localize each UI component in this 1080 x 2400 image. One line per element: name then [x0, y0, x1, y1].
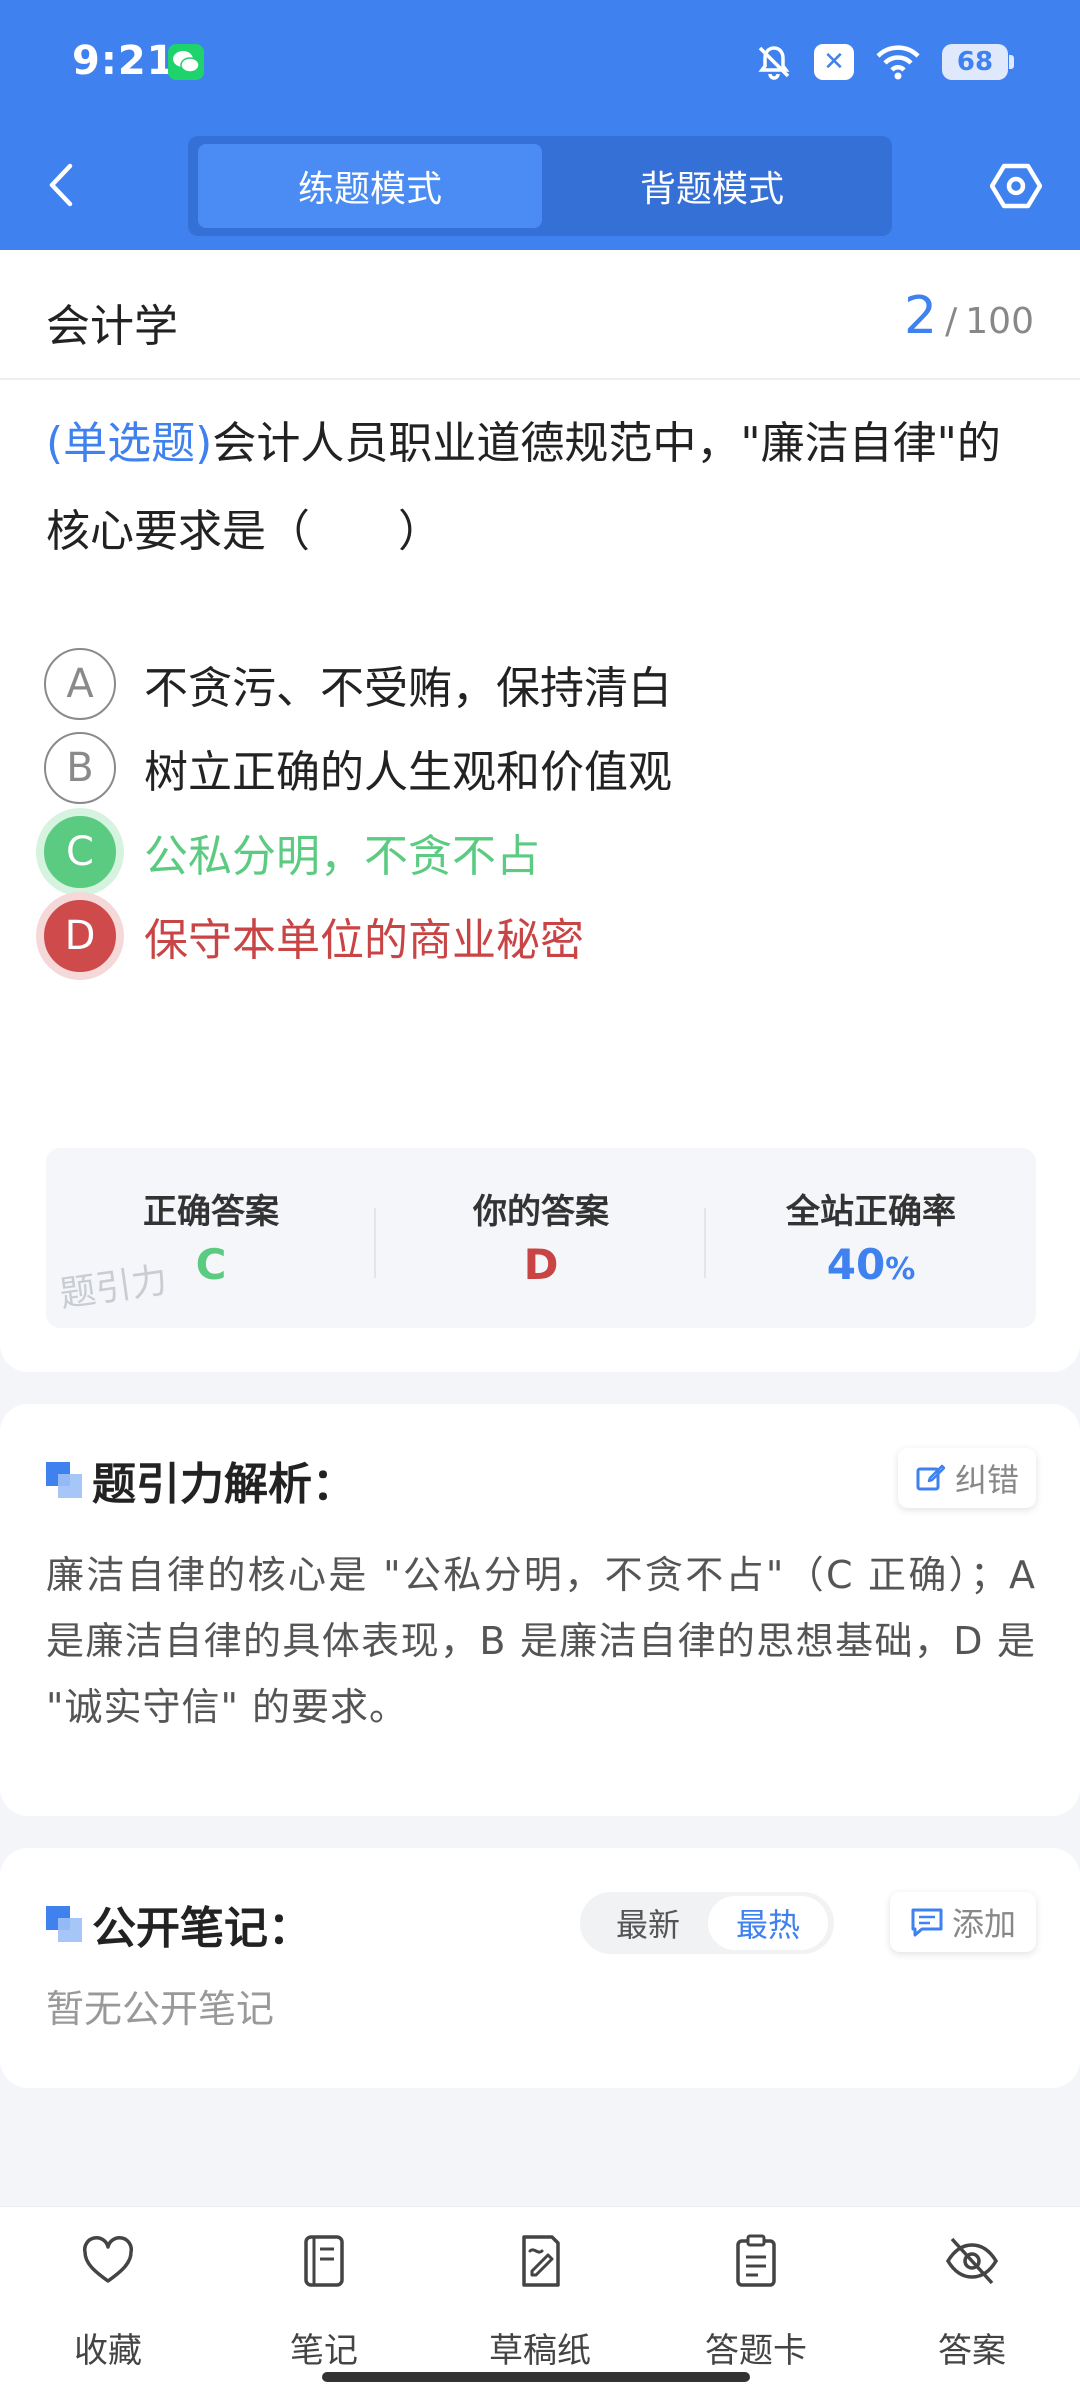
accuracy-label: 全站正确率 — [786, 1192, 956, 1232]
answer-sheet-label: 答题卡 — [705, 2331, 807, 2371]
option-a-text: 不贪污、不受贿，保持清白 — [144, 663, 672, 714]
option-c-letter: C — [44, 816, 116, 888]
your-answer-label: 你的答案 — [473, 1192, 609, 1232]
subject-name: 会计学 — [46, 301, 178, 352]
correct-answer-label: 正确答案 — [143, 1192, 279, 1232]
sort-hot-tab[interactable]: 最热 — [708, 1896, 828, 1950]
accuracy-column: 全站正确率 40% — [706, 1148, 1036, 1328]
answer-summary: 正确答案 C 你的答案 D 全站正确率 40% 题引力 — [46, 1148, 1036, 1328]
edit-icon — [916, 1464, 946, 1491]
back-arrow-icon[interactable] — [42, 160, 82, 210]
notes-label: 笔记 — [290, 2331, 358, 2371]
option-a[interactable]: A 不贪污、不受贿，保持清白 — [44, 646, 672, 722]
status-time: 9:21 — [72, 38, 176, 84]
answer-toggle-button[interactable]: 答案 — [892, 2233, 1052, 2371]
tab-practice-mode[interactable]: 练题模式 — [198, 144, 542, 228]
battery-indicator: 68 — [942, 44, 1014, 80]
comment-icon — [911, 1908, 943, 1937]
option-a-letter: A — [44, 648, 116, 720]
option-c-correct[interactable]: C 公私分明，不贪不占 — [44, 814, 540, 890]
option-d-wrong[interactable]: D 保守本单位的商业秘密 — [44, 898, 584, 974]
analysis-card: 题引力解析： 纠错 廉洁自律的核心是 "公私分明，不贪不占"（C 正确）；A 是… — [0, 1404, 1080, 1816]
favorite-label: 收藏 — [74, 2331, 142, 2371]
current-question-number: 2 — [904, 286, 938, 346]
status-bar: 9:21 ✕ 68 — [0, 0, 1080, 125]
add-note-button[interactable]: 添加 — [890, 1892, 1036, 1952]
empty-notes-text: 暂无公开笔记 — [46, 1987, 275, 2031]
wechat-notification-icon — [168, 44, 204, 80]
report-error-label: 纠错 — [954, 1461, 1019, 1499]
app-header: 9:21 ✕ 68 练题模式 背题模式 — [0, 0, 1080, 250]
your-answer-column: 你的答案 D — [376, 1148, 706, 1328]
app-notification-icon: ✕ — [814, 44, 854, 80]
answer-sheet-icon — [736, 2234, 776, 2287]
accuracy-unit: % — [885, 1252, 916, 1287]
home-indicator[interactable] — [322, 2372, 750, 2382]
total-question-count: 100 — [965, 301, 1034, 342]
bottom-toolbar: 收藏 笔记 草稿纸 答题卡 答案 — [0, 2206, 1080, 2400]
analysis-title: 题引力解析： — [92, 1459, 356, 1510]
notes-title: 公开笔记： — [92, 1903, 312, 1954]
progress-separator: / — [945, 301, 958, 342]
accuracy-value: 40% — [706, 1240, 1036, 1289]
wifi-icon — [876, 45, 920, 80]
option-c-text: 公私分明，不贪不占 — [144, 831, 540, 882]
question-progress[interactable]: 2/100 — [904, 286, 1034, 346]
option-d-text: 保守本单位的商业秘密 — [144, 915, 584, 966]
draft-paper-button[interactable]: 草稿纸 — [460, 2233, 620, 2371]
report-error-button[interactable]: 纠错 — [898, 1448, 1036, 1508]
sort-latest-tab[interactable]: 最新 — [588, 1896, 708, 1950]
notes-sort-toggle: 最新 最热 — [580, 1892, 834, 1954]
notes-button[interactable]: 笔记 — [244, 2233, 404, 2371]
eye-off-icon — [945, 2237, 999, 2285]
question-card: 会计学 2/100 (单选题)会计人员职业道德规范中，"廉洁自律"的核心要求是（… — [0, 250, 1080, 1372]
tab-memorize-mode[interactable]: 背题模式 — [540, 144, 884, 228]
bell-off-icon — [758, 46, 790, 80]
subject-row: 会计学 2/100 — [0, 250, 1080, 380]
section-squares-icon — [46, 1462, 82, 1498]
add-note-label: 添加 — [951, 1905, 1016, 1943]
favorite-button[interactable]: 收藏 — [28, 2233, 188, 2371]
answer-sheet-button[interactable]: 答题卡 — [676, 2233, 836, 2371]
question-type-label: (单选题) — [46, 418, 213, 469]
section-squares-icon — [46, 1906, 82, 1942]
accuracy-number: 40 — [826, 1240, 886, 1289]
option-b[interactable]: B 树立正确的人生观和价值观 — [44, 730, 672, 806]
public-notes-card: 公开笔记： 最新 最热 添加 暂无公开笔记 — [0, 1848, 1080, 2088]
option-b-text: 树立正确的人生观和价值观 — [144, 747, 672, 798]
mode-switch: 练题模式 背题模式 — [188, 136, 892, 236]
status-icons: ✕ 68 — [754, 40, 1014, 84]
notebook-icon — [304, 2235, 344, 2287]
draft-paper-label: 草稿纸 — [489, 2331, 591, 2371]
settings-gear-icon[interactable] — [990, 160, 1042, 212]
analysis-text: 廉洁自律的核心是 "公私分明，不贪不占"（C 正确）；A 是廉洁自律的具体表现，… — [46, 1553, 1036, 1729]
your-answer-value: D — [523, 1240, 559, 1289]
draft-paper-icon — [522, 2235, 560, 2287]
option-b-letter: B — [44, 732, 116, 804]
heart-icon — [82, 2236, 134, 2283]
answer-label: 答案 — [938, 2331, 1006, 2371]
question-stem: (单选题)会计人员职业道德规范中，"廉洁自律"的核心要求是（ ） — [46, 400, 1036, 576]
option-d-letter: D — [44, 900, 116, 972]
